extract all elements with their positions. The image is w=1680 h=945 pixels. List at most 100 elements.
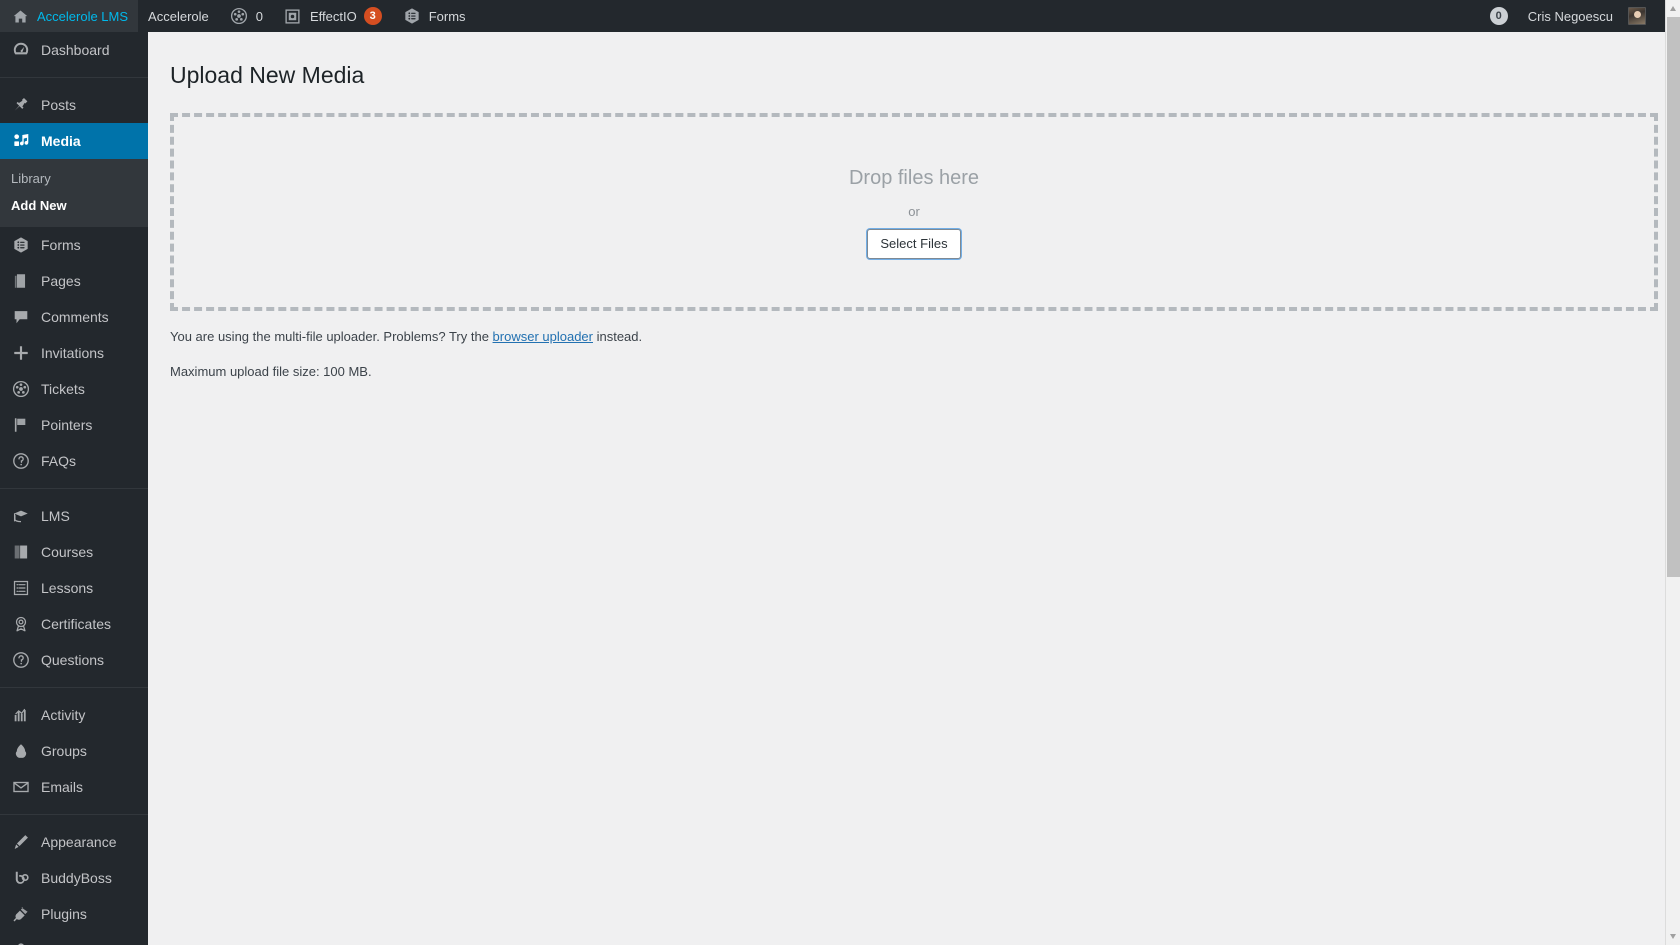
drop-or-label: or <box>908 204 920 220</box>
adminbar-effectio-badge: 3 <box>363 7 382 25</box>
adminbar-item-site-name[interactable]: Accelerole LMS <box>0 0 139 32</box>
sidebar-item-questions[interactable]: Questions <box>0 642 148 678</box>
comments-icon <box>11 307 31 327</box>
adminbar-item-effectio[interactable]: EffectIO 3 <box>273 0 392 32</box>
scroll-down-arrow-icon[interactable] <box>1666 928 1680 945</box>
max-upload-size-label: Maximum upload file size: 100 MB. <box>170 363 372 379</box>
sidebar-subitem-add-new[interactable]: Add New <box>0 192 148 219</box>
uploader-note-suffix: instead. <box>592 328 643 344</box>
adminbar-item-comments[interactable]: 0 <box>1480 0 1518 32</box>
sidebar-item-label: FAQs <box>41 453 77 469</box>
uploader-note-prefix: You are using the multi-file uploader. P… <box>170 328 493 344</box>
drag-drop-area[interactable]: Drop files here or Select Files <box>170 112 1658 311</box>
sidebar-item-media[interactable]: Media <box>0 123 148 159</box>
adminbar-forms-label: Forms <box>428 8 466 24</box>
pointers-flag-icon <box>11 415 31 435</box>
sidebar-item-activity[interactable]: Activity <box>0 697 148 733</box>
sidebar: Dashboard Posts Media Library Add New Fo… <box>0 32 148 945</box>
sidebar-item-certificates[interactable]: Certificates <box>0 606 148 642</box>
adminbar-item-accelerole[interactable]: Accelerole <box>138 0 219 32</box>
adminbar-site-name-label: Accelerole LMS <box>37 8 129 24</box>
sidebar-item-label: Lessons <box>41 580 94 596</box>
sidebar-item-dashboard[interactable]: Dashboard <box>0 32 148 68</box>
sidebar-item-invitations[interactable]: Invitations <box>0 335 148 371</box>
adminbar-tickets-count: 0 <box>255 8 263 24</box>
sidebar-item-label: Courses <box>41 544 94 560</box>
media-icon <box>11 131 31 151</box>
sidebar-item-label: Pages <box>41 273 81 289</box>
avatar <box>1628 7 1646 25</box>
sidebar-separator <box>0 488 148 489</box>
main-content: Upload New Media Drop files here or Sele… <box>148 32 1680 945</box>
sidebar-item-lms[interactable]: LMS <box>0 498 148 534</box>
sidebar-item-forms[interactable]: Forms <box>0 227 148 263</box>
sidebar-item-buddyboss[interactable]: BuddyBoss <box>0 860 148 896</box>
sidebar-item-lessons[interactable]: Lessons <box>0 570 148 606</box>
sidebar-separator <box>0 814 148 815</box>
upload-wrap: Upload New Media Drop files here or Sele… <box>148 32 1680 382</box>
plugins-plug-icon <box>11 904 31 924</box>
sidebar-item-label: Forms <box>41 237 81 253</box>
sidebar-item-users[interactable]: Users <box>0 932 148 945</box>
sidebar-separator <box>0 77 148 78</box>
browser-uploader-link[interactable]: browser uploader <box>493 329 593 344</box>
questions-icon <box>11 650 31 670</box>
sidebar-subitem-library[interactable]: Library <box>0 165 148 192</box>
adminbar-username-label: Cris Negoescu <box>1527 8 1613 24</box>
drop-inner: Drop files here or Select Files <box>849 164 979 260</box>
tickets-icon <box>11 379 31 399</box>
sidebar-item-label: Posts <box>41 97 77 113</box>
select-files-button[interactable]: Select Files <box>867 229 961 260</box>
sidebar-item-tickets[interactable]: Tickets <box>0 371 148 407</box>
sidebar-item-label: Groups <box>41 743 87 759</box>
faqs-question-icon <box>11 451 31 471</box>
wordpress-home-icon <box>10 6 30 26</box>
effectio-icon <box>283 6 303 26</box>
sidebar-item-appearance[interactable]: Appearance <box>0 824 148 860</box>
sidebar-item-label: Activity <box>41 707 86 723</box>
sidebar-item-label: Users <box>41 941 78 945</box>
adminbar-comment-count-badge: 0 <box>1489 7 1508 25</box>
sidebar-subitem-label: Library <box>11 171 51 186</box>
sidebar-item-label: Appearance <box>41 834 117 850</box>
sidebar-item-faqs[interactable]: FAQs <box>0 443 148 479</box>
sidebar-submenu-media: Library Add New <box>0 159 148 227</box>
page-title: Upload New Media <box>170 62 365 88</box>
admin-bar-right: 0 Cris Negoescu <box>1480 0 1680 32</box>
appearance-brush-icon <box>11 832 31 852</box>
certificates-award-icon <box>11 614 31 634</box>
sidebar-item-label: BuddyBoss <box>41 870 112 886</box>
scroll-up-arrow-icon[interactable] <box>1666 0 1680 17</box>
posts-pin-icon <box>11 95 31 115</box>
activity-icon <box>11 705 31 725</box>
buddyboss-icon <box>11 868 31 888</box>
adminbar-item-my-account[interactable]: Cris Negoescu <box>1518 0 1656 32</box>
sidebar-item-label: Certificates <box>41 616 112 632</box>
sidebar-item-label: Dashboard <box>41 42 110 58</box>
sidebar-item-posts[interactable]: Posts <box>0 87 148 123</box>
scrollbar-thumb[interactable] <box>1667 17 1680 577</box>
page-scrollbar[interactable] <box>1665 0 1680 945</box>
sidebar-subitem-label: Add New <box>11 198 67 213</box>
admin-bar-left: Accelerole LMS Accelerole 0 EffectIO 3 F… <box>0 0 476 32</box>
courses-book-icon <box>11 542 31 562</box>
sidebar-item-pages[interactable]: Pages <box>0 263 148 299</box>
sidebar-item-label: Media <box>41 133 81 149</box>
sidebar-item-label: Comments <box>41 309 109 325</box>
lms-graduation-cap-icon <box>11 506 31 526</box>
users-icon <box>11 940 31 945</box>
sidebar-item-label: Invitations <box>41 345 105 361</box>
sidebar-item-comments[interactable]: Comments <box>0 299 148 335</box>
sidebar-item-courses[interactable]: Courses <box>0 534 148 570</box>
emails-envelope-icon <box>11 777 31 797</box>
adminbar-item-forms[interactable]: Forms <box>392 0 476 32</box>
forms-icon <box>402 6 422 26</box>
admin-bar: Accelerole LMS Accelerole 0 EffectIO 3 F… <box>0 0 1680 32</box>
dashboard-icon <box>11 40 31 60</box>
sidebar-item-plugins[interactable]: Plugins <box>0 896 148 932</box>
sidebar-item-groups[interactable]: Groups <box>0 733 148 769</box>
sidebar-item-pointers[interactable]: Pointers <box>0 407 148 443</box>
sidebar-item-emails[interactable]: Emails <box>0 769 148 805</box>
sidebar-item-label: Pointers <box>41 417 93 433</box>
adminbar-item-tickets[interactable]: 0 <box>219 0 273 32</box>
